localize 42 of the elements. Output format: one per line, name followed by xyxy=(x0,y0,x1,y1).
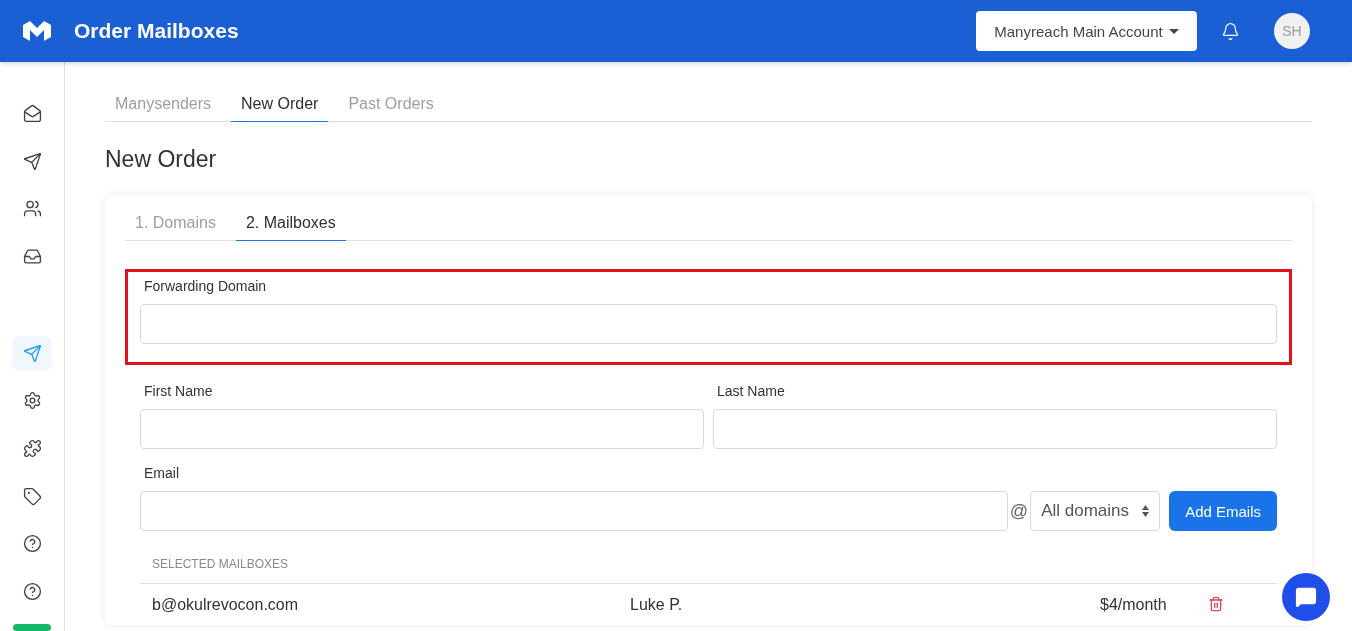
table-cell-text: $4/month xyxy=(1100,596,1168,614)
table-cell-text: b@okulrevocon.com xyxy=(152,596,300,614)
help-icon xyxy=(22,582,42,602)
step-tab[interactable]: 2. Mailboxes xyxy=(235,205,346,241)
chat-icon xyxy=(1295,586,1317,608)
puzzle-icon xyxy=(22,439,42,459)
inbox-icon xyxy=(22,246,42,266)
app-title: Order Mailboxes xyxy=(74,19,240,43)
settings-icon xyxy=(22,391,42,411)
tab[interactable]: Past Orders xyxy=(338,86,444,122)
field-label: Email xyxy=(144,465,180,481)
page-title: New Order xyxy=(105,146,218,173)
input-field[interactable] xyxy=(140,304,1277,344)
tag-icon xyxy=(22,486,42,506)
sort-icon xyxy=(1142,505,1150,517)
field-label: First Name xyxy=(144,383,214,399)
help-icon xyxy=(22,534,42,554)
bell-icon[interactable] xyxy=(1221,21,1240,41)
domain-select[interactable]: All domains xyxy=(1030,491,1161,531)
chat-button[interactable] xyxy=(1282,573,1330,621)
user-avatar[interactable]: SH xyxy=(1274,13,1310,49)
users-icon xyxy=(22,199,42,219)
add-emails-button[interactable]: Add Emails xyxy=(1169,491,1277,531)
tab[interactable]: New Order xyxy=(231,86,329,122)
logo-icon xyxy=(22,21,52,41)
caret-icon xyxy=(1168,28,1179,34)
tab[interactable]: Manysenders xyxy=(105,86,222,122)
trash-icon[interactable] xyxy=(1208,596,1224,612)
input-field[interactable] xyxy=(140,491,1008,531)
send-icon xyxy=(22,343,42,363)
status-bar xyxy=(13,624,51,631)
field-label: Forwarding Domain xyxy=(144,278,268,294)
step-tab[interactable]: 1. Domains xyxy=(125,205,226,241)
mail-icon xyxy=(22,103,42,123)
field-label: Last Name xyxy=(717,383,786,399)
input-field[interactable] xyxy=(140,409,704,449)
send-icon xyxy=(22,151,42,171)
account-dropdown[interactable]: Manyreach Main Account xyxy=(976,11,1197,51)
input-field[interactable] xyxy=(713,409,1277,449)
table-cell-text: Luke P. xyxy=(630,596,684,614)
section-heading: SELECTED MAILBOXES xyxy=(140,557,1277,584)
at-sign: @ xyxy=(1009,500,1029,522)
